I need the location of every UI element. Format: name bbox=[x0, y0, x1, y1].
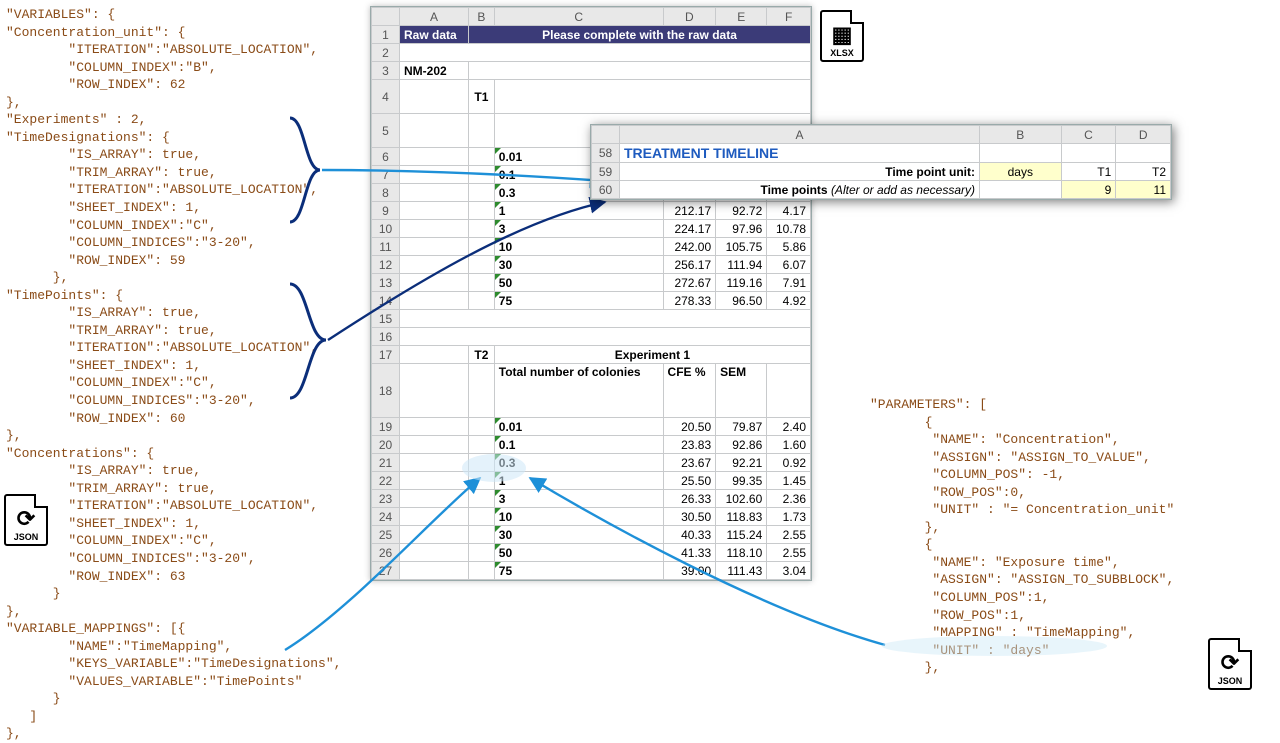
table-row: 210.323.6792.210.92 bbox=[372, 454, 811, 472]
table-row: 253040.33115.242.55 bbox=[372, 526, 811, 544]
table-row: 91212.1792.724.17 bbox=[372, 202, 811, 220]
main-spreadsheet: ABCDEF 1Raw dataPlease complete with the… bbox=[370, 6, 812, 581]
table-row: 277539.00111.433.04 bbox=[372, 562, 811, 580]
t2-label: T2 bbox=[474, 348, 488, 362]
t1-label: T1 bbox=[469, 80, 495, 114]
table-row: 1110242.00105.755.86 bbox=[372, 238, 811, 256]
time-point-unit-value: days bbox=[980, 163, 1062, 181]
json-config-right: "PARAMETERS": [ { "NAME": "Concentration… bbox=[870, 396, 1200, 677]
raw-data-title: Raw data bbox=[400, 26, 469, 44]
highlight-t2 bbox=[462, 454, 526, 482]
table-row: 190.0120.5079.872.40 bbox=[372, 418, 811, 436]
json-icon: ⟳JSON bbox=[1208, 638, 1252, 690]
table-row: 1475278.3396.504.92 bbox=[372, 292, 811, 310]
highlight-mapping bbox=[882, 636, 1107, 656]
hdr-total: Total number of colonies bbox=[494, 364, 663, 418]
table-row: 23326.33102.602.36 bbox=[372, 490, 811, 508]
table-row: 103224.1797.9610.78 bbox=[372, 220, 811, 238]
raw-data-msg: Please complete with the raw data bbox=[469, 26, 811, 44]
table-row: 265041.33118.102.55 bbox=[372, 544, 811, 562]
table-row: 1350272.67119.167.91 bbox=[372, 274, 811, 292]
mini-t1: T1 bbox=[1061, 163, 1116, 181]
mini-spreadsheet: ABCD 58TREATMENT TIMELINE 59Time point u… bbox=[590, 124, 1172, 200]
time-point-unit-label: Time point unit: bbox=[620, 163, 980, 181]
hdr-sem: SEM bbox=[716, 364, 767, 418]
table-row: 1230256.17111.946.07 bbox=[372, 256, 811, 274]
json-icon: ⟳JSON bbox=[4, 494, 48, 546]
col-header-row: ABCDEF bbox=[372, 8, 811, 26]
table-row: 22125.5099.351.45 bbox=[372, 472, 811, 490]
hdr-cfe: CFE % bbox=[663, 364, 716, 418]
json-config-left: "VARIABLES": { "Concentration_unit": { "… bbox=[6, 6, 326, 743]
tp-9: 9 bbox=[1061, 181, 1116, 199]
time-points-label: Time points (Alter or add as necessary) bbox=[620, 181, 980, 199]
tp-11: 11 bbox=[1116, 181, 1171, 199]
experiment1-label: Experiment 1 bbox=[494, 346, 810, 364]
mini-t2: T2 bbox=[1116, 163, 1171, 181]
nm-label: NM-202 bbox=[400, 62, 469, 80]
table-row: 200.123.8392.861.60 bbox=[372, 436, 811, 454]
timeline-header: TREATMENT TIMELINE bbox=[620, 144, 980, 163]
table-row: 241030.50118.831.73 bbox=[372, 508, 811, 526]
xlsx-icon: ▦XLSX bbox=[820, 10, 864, 62]
